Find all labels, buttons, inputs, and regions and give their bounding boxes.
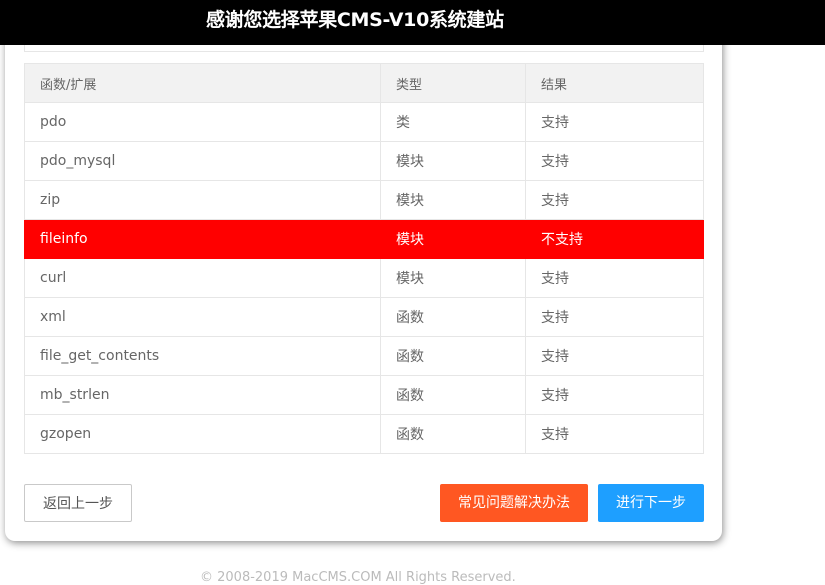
function-type: 函数 [380, 375, 526, 415]
check-result: 支持 [525, 141, 704, 181]
column-header-type: 类型 [380, 63, 526, 103]
check-result: 支持 [525, 102, 704, 142]
function-type: 函数 [380, 414, 526, 454]
check-result: 支持 [525, 297, 704, 337]
next-step-button[interactable]: 进行下一步 [598, 484, 704, 522]
function-type: 模块 [380, 258, 526, 298]
function-name: pdo [24, 102, 381, 142]
function-name: xml [24, 297, 381, 337]
table-row-unsupported: fileinfo 模块 不支持 [24, 219, 704, 259]
column-header-function: 函数/扩展 [24, 63, 381, 103]
back-button[interactable]: 返回上一步 [24, 484, 132, 522]
column-header-result: 结果 [525, 63, 704, 103]
table-row: xml 函数 支持 [24, 297, 704, 337]
check-result: 支持 [525, 180, 704, 220]
table-row: pdo_mysql 模块 支持 [24, 141, 704, 181]
table-row: pdo 类 支持 [24, 102, 704, 142]
function-name: pdo_mysql [24, 141, 381, 181]
check-result: 支持 [525, 336, 704, 376]
table-row: mb_strlen 函数 支持 [24, 375, 704, 415]
function-type: 函数 [380, 297, 526, 337]
check-result: 支持 [525, 258, 704, 298]
table-row: gzopen 函数 支持 [24, 414, 704, 454]
function-type: 类 [380, 102, 526, 142]
table-row: curl 模块 支持 [24, 258, 704, 298]
function-name: zip [24, 180, 381, 220]
function-type: 函数 [380, 336, 526, 376]
check-result: 不支持 [525, 219, 704, 259]
function-name: file_get_contents [24, 336, 381, 376]
function-name: mb_strlen [24, 375, 381, 415]
top-banner: 感谢您选择苹果CMS-V10系统建站 [0, 0, 825, 45]
function-check-table: 函数/扩展 类型 结果 pdo 类 支持 pdo_mysql 模块 支持 zip… [24, 63, 704, 454]
check-result: 支持 [525, 375, 704, 415]
function-type: 模块 [380, 141, 526, 181]
table-row: file_get_contents 函数 支持 [24, 336, 704, 376]
copyright-footer: © 2008-2019 MacCMS.COM All Rights Reserv… [200, 570, 516, 585]
function-name: curl [24, 258, 381, 298]
banner-title: 感谢您选择苹果CMS-V10系统建站 [206, 9, 504, 31]
function-type: 模块 [380, 180, 526, 220]
check-result: 支持 [525, 414, 704, 454]
function-name: gzopen [24, 414, 381, 454]
faq-button[interactable]: 常见问题解决办法 [440, 484, 588, 522]
table-row: zip 模块 支持 [24, 180, 704, 220]
function-name: fileinfo [24, 219, 381, 259]
table-header-row: 函数/扩展 类型 结果 [24, 63, 704, 103]
function-type: 模块 [380, 219, 526, 259]
